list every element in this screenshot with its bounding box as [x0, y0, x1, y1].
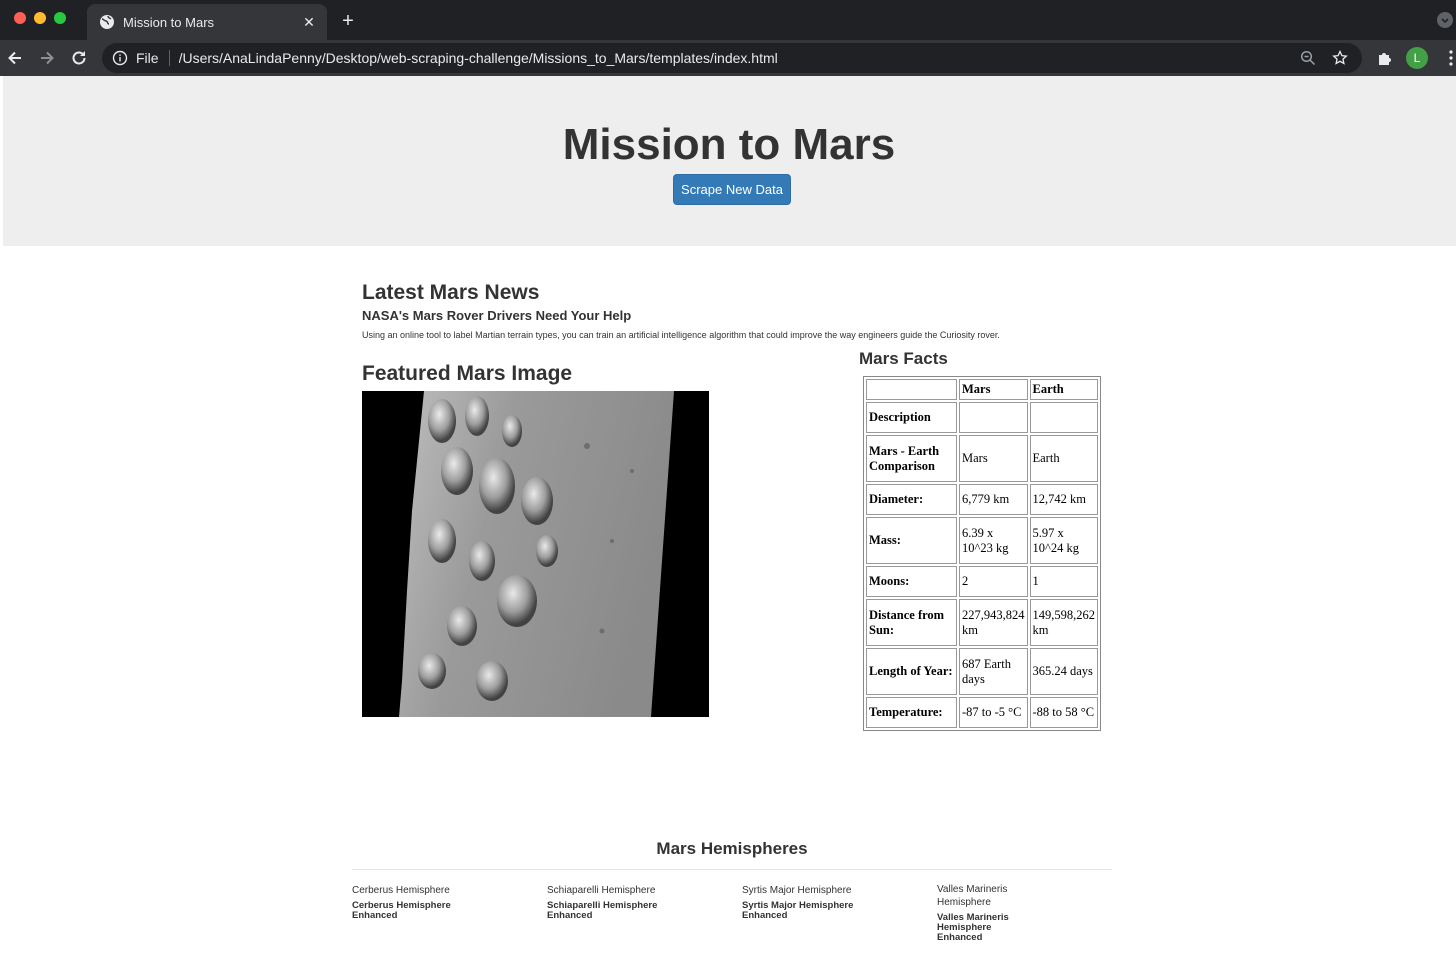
hemisphere-caption: Valles Marineris Hemisphere Enhanced [937, 912, 1009, 943]
address-bar[interactable]: File /Users/AnaLindaPenny/Desktop/web-sc… [102, 43, 1362, 73]
mars-facts-heading: Mars Facts [859, 349, 948, 368]
earth-value: 365.24 days [1029, 648, 1098, 695]
hemisphere-card[interactable]: Syrtis Major Hemisphere Syrtis Major Hem… [742, 884, 872, 921]
mars-value: 6,779 km [959, 484, 1028, 515]
scheme-label: File [136, 50, 159, 66]
row-label: Mass: [866, 517, 957, 564]
table-row: Moons: 2 1 [866, 566, 1098, 597]
featured-mars-image [362, 391, 709, 717]
mars-value [959, 402, 1028, 433]
row-label: Description [866, 402, 957, 433]
window-minimize-button[interactable] [34, 12, 46, 24]
forward-arrow-icon [41, 51, 54, 65]
scrape-new-data-button[interactable]: Scrape New Data [673, 174, 791, 205]
page-title: Mission to Mars [562, 120, 896, 169]
broken-image-icon[interactable]: Valles Marineris Hemisphere [937, 883, 1037, 909]
earth-value: Earth [1029, 435, 1098, 482]
zoom-icon[interactable] [1298, 48, 1318, 68]
forward-button[interactable] [35, 46, 59, 70]
table-row: Description [866, 402, 1098, 433]
row-label: Temperature: [866, 697, 957, 728]
globe-icon [99, 14, 115, 30]
mars-value: Mars [959, 435, 1028, 482]
profile-avatar[interactable]: L [1406, 47, 1428, 69]
earth-value: 1 [1029, 566, 1098, 597]
back-button[interactable] [3, 46, 27, 70]
table-row: Temperature: -87 to -5 °C -88 to 58 °C [866, 697, 1098, 728]
table-row: Mass: 6.39 x 10^23 kg 5.97 x 10^24 kg [866, 517, 1098, 564]
row-label: Mars - Earth Comparison [866, 435, 957, 482]
omnibox-divider [168, 50, 170, 66]
news-paragraph: Using an online tool to label Martian te… [362, 330, 1000, 340]
earth-value: -88 to 58 °C [1029, 697, 1098, 728]
hemisphere-card[interactable]: Schiaparelli Hemisphere Schiaparelli Hem… [547, 884, 677, 921]
extensions-puzzle-icon[interactable] [1374, 47, 1396, 69]
hemisphere-card[interactable]: Cerberus Hemisphere Cerberus Hemisphere … [352, 884, 482, 921]
featured-image-heading: Featured Mars Image [362, 362, 573, 385]
earth-value: 12,742 km [1029, 484, 1098, 515]
window-maximize-button[interactable] [54, 12, 66, 24]
hemispheres-divider [352, 869, 1112, 870]
mars-facts-table: Mars Earth Description Mars - Earth Comp… [863, 376, 1101, 731]
table-row: Length of Year: 687 Earth days 365.24 da… [866, 648, 1098, 695]
window-close-button[interactable] [14, 12, 26, 24]
hemisphere-image-alt: Syrtis Major Hemisphere [742, 885, 852, 896]
mars-value: 6.39 x 10^23 kg [959, 517, 1028, 564]
page-viewport: Mission to Mars Scrape New Data Latest M… [0, 76, 1456, 971]
mars-value: 227,943,824 km [959, 599, 1028, 646]
row-label: Length of Year: [866, 648, 957, 695]
table-row: Mars - Earth Comparison Mars Earth [866, 435, 1098, 482]
hemisphere-caption: Schiaparelli Hemisphere Enhanced [547, 900, 658, 921]
hemisphere-caption: Cerberus Hemisphere Enhanced [352, 900, 451, 921]
new-tab-button[interactable]: + [337, 10, 359, 32]
close-tab-icon[interactable]: ✕ [299, 12, 319, 32]
hemisphere-image-alt: Cerberus Hemisphere [352, 885, 450, 896]
news-heading: Latest Mars News [362, 281, 540, 304]
row-label: Diameter: [866, 484, 957, 515]
table-row: Distance from Sun: 227,943,824 km 149,59… [866, 599, 1098, 646]
hemisphere-caption: Syrtis Major Hemisphere Enhanced [742, 900, 854, 921]
hemisphere-card[interactable]: Valles Marineris Hemisphere Valles Marin… [937, 883, 1037, 943]
hemisphere-image-alt: Valles Marineris Hemisphere [937, 884, 1008, 908]
mars-value: -87 to -5 °C [959, 697, 1028, 728]
broken-image-icon[interactable]: Cerberus Hemisphere [352, 884, 482, 897]
info-icon[interactable] [112, 50, 128, 66]
reload-button[interactable] [67, 46, 91, 70]
earth-value: 149,598,262 km [1029, 599, 1098, 646]
table-header-cell: Earth [1029, 379, 1098, 400]
row-label: Moons: [866, 566, 957, 597]
hemispheres-heading: Mars Hemispheres [656, 839, 808, 858]
earth-value [1029, 402, 1098, 433]
earth-value: 5.97 x 10^24 kg [1029, 517, 1098, 564]
broken-image-icon[interactable]: Schiaparelli Hemisphere [547, 884, 677, 897]
mars-value: 2 [959, 566, 1028, 597]
menu-kebab-icon[interactable] [1440, 47, 1456, 69]
browser-titlebar: Mission to Mars ✕ + [0, 0, 1456, 40]
back-arrow-icon [8, 51, 21, 65]
reload-icon [72, 51, 86, 65]
table-header-cell [866, 379, 957, 400]
tab-title: Mission to Mars [123, 14, 215, 30]
table-row: Diameter: 6,779 km 12,742 km [866, 484, 1098, 515]
bookmark-star-icon[interactable] [1330, 48, 1350, 68]
hemisphere-image-alt: Schiaparelli Hemisphere [547, 885, 656, 896]
mars-value: 687 Earth days [959, 648, 1028, 695]
url-text[interactable]: /Users/AnaLindaPenny/Desktop/web-scrapin… [179, 50, 1298, 66]
table-header-cell: Mars [959, 379, 1028, 400]
tab-search-icon[interactable] [1437, 12, 1453, 28]
browser-toolbar: File /Users/AnaLindaPenny/Desktop/web-sc… [0, 40, 1456, 76]
news-title: NASA's Mars Rover Drivers Need Your Help [362, 308, 632, 323]
table-header-row: Mars Earth [866, 379, 1098, 400]
broken-image-icon[interactable]: Syrtis Major Hemisphere [742, 884, 872, 897]
row-label: Distance from Sun: [866, 599, 957, 646]
browser-tab[interactable]: Mission to Mars ✕ [87, 4, 327, 40]
